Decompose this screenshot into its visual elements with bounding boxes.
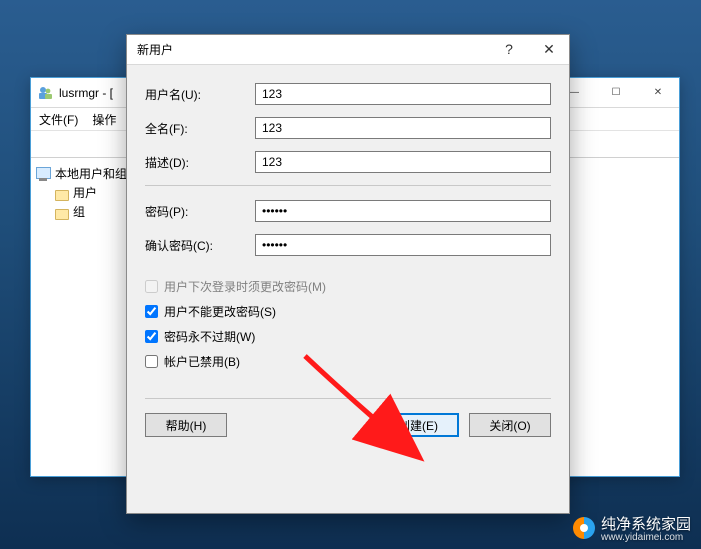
create-button-label: 创建(E) — [398, 417, 438, 434]
username-input[interactable] — [255, 83, 551, 105]
help-button[interactable]: 帮助(H) — [145, 413, 227, 437]
back-close-button[interactable]: ✕ — [637, 78, 679, 106]
tree-root-label: 本地用户和组 — [55, 165, 127, 182]
watermark-logo-icon — [573, 517, 595, 539]
tree-users-label: 用户 — [73, 184, 97, 201]
folder-icon — [53, 204, 69, 220]
confirm-password-input[interactable] — [255, 234, 551, 256]
cb-must-change-row: 用户下次登录时须更改密码(M) — [145, 278, 551, 295]
lusrmgr-title: lusrmgr - [ — [59, 86, 113, 100]
back-max-button[interactable]: ☐ — [595, 78, 637, 106]
cb-never-expire-row[interactable]: 密码永不过期(W) — [145, 328, 551, 345]
computer-icon — [35, 166, 51, 182]
menu-file[interactable]: 文件(F) — [39, 111, 78, 128]
dialog-button-bar: 帮助(H) 创建(E) 关闭(O) — [145, 398, 551, 437]
watermark: 纯净系统家园 www.yidaimei.com — [573, 513, 691, 543]
cb-never-expire[interactable] — [145, 330, 158, 343]
cb-cannot-change-label: 用户不能更改密码(S) — [164, 303, 276, 320]
dialog-close-button[interactable]: ✕ — [529, 35, 569, 63]
dialog-title: 新用户 — [137, 41, 173, 58]
cb-disabled-label: 帐户已禁用(B) — [164, 353, 240, 370]
tree-root[interactable]: 本地用户和组 — [35, 164, 136, 183]
lusrmgr-tree: 本地用户和组 用户 组 — [31, 158, 141, 476]
tree-groups[interactable]: 组 — [53, 202, 136, 221]
password-input[interactable] — [255, 200, 551, 222]
lusrmgr-app-icon — [37, 85, 53, 101]
separator — [145, 185, 551, 186]
label-username: 用户名(U): — [145, 86, 255, 103]
label-description: 描述(D): — [145, 154, 255, 171]
close-button-label: 关闭(O) — [489, 417, 530, 434]
dialog-titlebar: 新用户 ? ✕ — [127, 35, 569, 65]
new-user-dialog: 新用户 ? ✕ 用户名(U): 全名(F): 描述(D): 密码(P): 确认密… — [126, 34, 570, 514]
cb-must-change — [145, 280, 158, 293]
dialog-help-button[interactable]: ? — [489, 35, 529, 63]
cb-never-expire-label: 密码永不过期(W) — [164, 328, 255, 345]
description-input[interactable] — [255, 151, 551, 173]
create-button[interactable]: 创建(E) — [377, 413, 459, 437]
tree-groups-label: 组 — [73, 203, 85, 220]
cb-must-change-label: 用户下次登录时须更改密码(M) — [164, 278, 326, 295]
label-confirm: 确认密码(C): — [145, 237, 255, 254]
cb-cannot-change[interactable] — [145, 305, 158, 318]
help-button-label: 帮助(H) — [166, 417, 207, 434]
label-password: 密码(P): — [145, 203, 255, 220]
watermark-url: www.yidaimei.com — [601, 532, 691, 543]
label-fullname: 全名(F): — [145, 120, 255, 137]
fullname-input[interactable] — [255, 117, 551, 139]
cb-disabled[interactable] — [145, 355, 158, 368]
folder-icon — [53, 185, 69, 201]
close-button[interactable]: 关闭(O) — [469, 413, 551, 437]
tree-users[interactable]: 用户 — [53, 183, 136, 202]
menu-action[interactable]: 操作 — [92, 111, 116, 128]
watermark-text: 纯净系统家园 — [601, 516, 691, 533]
cb-disabled-row[interactable]: 帐户已禁用(B) — [145, 353, 551, 370]
cb-cannot-change-row[interactable]: 用户不能更改密码(S) — [145, 303, 551, 320]
